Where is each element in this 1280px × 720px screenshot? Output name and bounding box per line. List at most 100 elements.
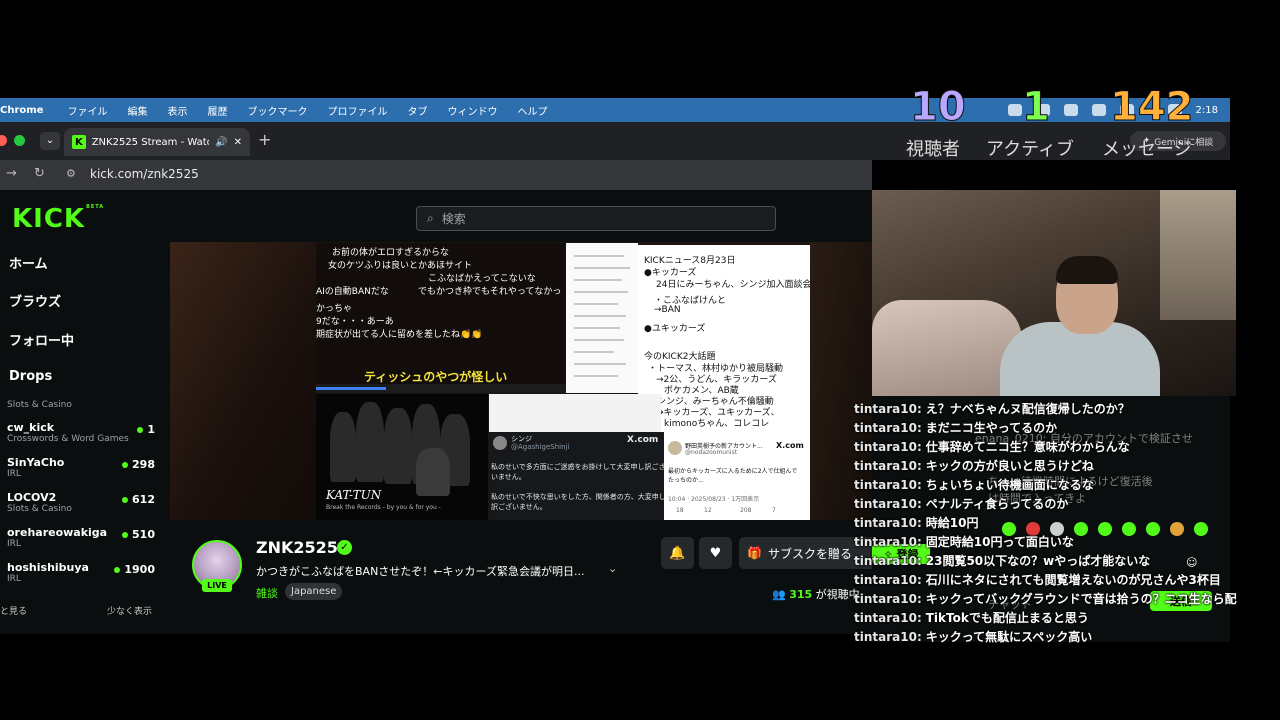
photo-person (330, 412, 356, 482)
list-line (574, 279, 622, 281)
video-chat-line: 女のケツふりは良いとかあほサイト (328, 261, 473, 271)
list-line (574, 303, 618, 305)
chat-username: tintara10: (854, 535, 922, 549)
screen: Chrome ファイル 編集 表示 履歴 ブックマーク プロファイル タブ ウィ… (0, 0, 1280, 720)
menu-history[interactable]: 履歴 (207, 103, 227, 118)
streamer-name[interactable]: ZNK2525 (256, 538, 338, 557)
menu-tab[interactable]: タブ (407, 103, 427, 118)
tweet-bookmark-count: 7 (772, 507, 776, 514)
url-field[interactable]: kick.com/znk2525 (90, 167, 199, 181)
video-progress-fill (316, 387, 386, 390)
stat-viewers-label: 視聴者 (906, 139, 960, 160)
tweet-text: いません。 (491, 473, 526, 481)
menu-help[interactable]: ヘルプ (517, 103, 547, 118)
heart-icon: ♥ (709, 545, 722, 561)
menubar-clock[interactable]: 2:18 (1196, 105, 1218, 116)
chat-username: tintara10: (854, 478, 922, 492)
sidebar-partial-item[interactable]: Slots & Casino (7, 400, 157, 410)
overlay-chat-line: tintara10: 時給10円 (854, 514, 978, 531)
list-line (574, 375, 618, 377)
gift-icon: 🎁 (747, 546, 762, 560)
chat-username: tintara10: (854, 421, 922, 435)
overlay-chat-line: tintara10: 仕事辞めてニコ生？意味がわからんな (854, 438, 1130, 455)
chat-message: まだニコ生やってるのか (925, 421, 1058, 435)
video-progress-bar[interactable] (316, 384, 566, 393)
expand-title-chevron-icon[interactable]: ⌄ (608, 562, 617, 575)
menu-app-chrome[interactable]: Chrome (0, 105, 43, 116)
menu-file[interactable]: ファイル (67, 103, 107, 118)
sidebar-channel-cw-kick[interactable]: cw_kick Crosswords & Word Games 1 (7, 421, 157, 444)
menu-window[interactable]: ウィンドウ (447, 103, 497, 118)
video-chat-line: こふなばかえってこないな (428, 274, 536, 284)
video-caption: ティッシュのやつが怪しい (364, 370, 508, 384)
tab-kick-stream[interactable]: K ZNK2525 Stream - Watch 🔊 ✕ (64, 128, 250, 156)
menu-edit[interactable]: 編集 (127, 103, 147, 118)
search-input[interactable] (441, 211, 742, 226)
webcam-window-light (1160, 190, 1236, 320)
overlay-chat-line: tintara10: 固定時給10円って面白いな (854, 533, 1074, 550)
tab-close-icon[interactable]: ✕ (234, 137, 242, 148)
tray-clock-icon[interactable] (1063, 104, 1078, 116)
language-tag[interactable]: Japanese (285, 583, 343, 600)
overlay-chat: tintara10: え？ナベちゃんヌ配信復帰したのか？ tintara10: まだ… (854, 400, 1280, 650)
overlay-chat-line: tintara10: キックって無駄にスペック高い (854, 628, 1092, 645)
tab-audio-icon[interactable]: 🔊 (215, 137, 227, 148)
tweet-like-count: 208 (740, 507, 752, 514)
forward-arrow-icon[interactable]: → (6, 166, 17, 181)
tweet-meta: 10:04 · 2025/08/23 · 1万回表示 (668, 496, 760, 503)
tray-app-icon[interactable] (1007, 104, 1022, 116)
follow-heart-button[interactable]: ♥ (699, 537, 732, 569)
viewers-icon: 👥 (772, 588, 786, 601)
tab-search-chevron-icon[interactable]: ⌄ (40, 132, 60, 150)
channel-name: cw_kick (7, 421, 55, 434)
tweet-handle: @AgashigeShinji (511, 443, 570, 451)
menu-profile[interactable]: プロファイル (327, 103, 387, 118)
new-tab-button[interactable]: + (258, 130, 271, 149)
overlay-chat-line: tintara10: キックってバックグラウンドで音は拾うの？ニコ生なら配 (854, 590, 1237, 607)
viewer-count: 612 (132, 493, 155, 506)
channel-viewers: 1900 (114, 563, 155, 576)
gift-subscription-button[interactable]: 🎁 サブスクを贈る (739, 537, 872, 569)
nav-browse[interactable]: ブラウズ (9, 291, 61, 310)
viewer-count: 510 (132, 528, 155, 541)
kick-logo[interactable]: KICKBETA (12, 204, 104, 234)
overlay-chat-line: tintara10: ちょいちょい待機画面になるな (854, 476, 1094, 493)
overlay-chat-line: tintara10: TikTokでも配信止まると思う (854, 609, 1089, 626)
sidebar-channel-sinyacho[interactable]: SinYaCho IRL 298 (7, 456, 157, 479)
overlay-chat-line: tintara10: 石川にネタにされても閲覧増えないのが兄さんや3杯目 (854, 571, 1221, 588)
chat-message: ペナルティ食らってるのか (925, 497, 1069, 511)
window-zoom-button[interactable] (14, 135, 25, 146)
photo-person (416, 448, 450, 496)
chat-message: キックって無駄にスペック高い (925, 630, 1093, 644)
video-chat-line: 期症状が出てる人に留めを差したね👏👏 (316, 330, 483, 340)
nav-following[interactable]: フォロー中 (9, 330, 74, 349)
bell-icon: 🔔 (669, 545, 686, 561)
site-info-icon[interactable]: ⚙ (66, 167, 76, 180)
tray-battery-icon[interactable] (1091, 104, 1106, 116)
channel-viewers: 612 (122, 493, 155, 506)
video-list-pane (566, 243, 638, 393)
overlay-chat-line: tintara10: え？ナベちゃんヌ配信復帰したのか？ (854, 400, 1130, 417)
search-box[interactable]: ⌕ (416, 206, 776, 231)
sidebar-channel-orehareowakiga[interactable]: orehareowakiga IRL 510 (7, 526, 157, 549)
tweet-text: 訳ございません。 (491, 503, 547, 511)
reload-icon[interactable]: ↻ (34, 166, 45, 181)
note-line: kimonoちゃん、コレコレ (664, 419, 770, 429)
show-more-link[interactable]: と見る (0, 604, 27, 617)
sidebar-channel-locov2[interactable]: LOCOV2 Slots & Casino 612 (7, 491, 157, 514)
live-dot-icon (122, 496, 129, 503)
menu-view[interactable]: 表示 (167, 103, 187, 118)
chat-username: tintara10: (854, 440, 922, 454)
nav-drops[interactable]: Drops (9, 369, 52, 384)
show-less-link[interactable]: 少なく表示 (107, 604, 152, 617)
list-line (574, 291, 628, 293)
sidebar-channel-hoshishibuya[interactable]: hoshishibuya IRL 1900 (7, 561, 157, 584)
notification-bell-button[interactable]: 🔔 (661, 537, 694, 569)
nav-home[interactable]: ホーム (9, 253, 48, 272)
menu-bookmarks[interactable]: ブックマーク (247, 103, 307, 118)
stream-category-link[interactable]: 雑談 (256, 585, 278, 601)
chat-message: キックってバックグラウンドで音は拾うの？ニコ生なら配 (925, 592, 1237, 606)
list-line (574, 339, 624, 341)
stream-title: かつきがこふなばをBANさせたぞ！←キッカーズ緊急会議が明日... (256, 565, 585, 578)
chat-username: tintara10: (854, 630, 922, 644)
